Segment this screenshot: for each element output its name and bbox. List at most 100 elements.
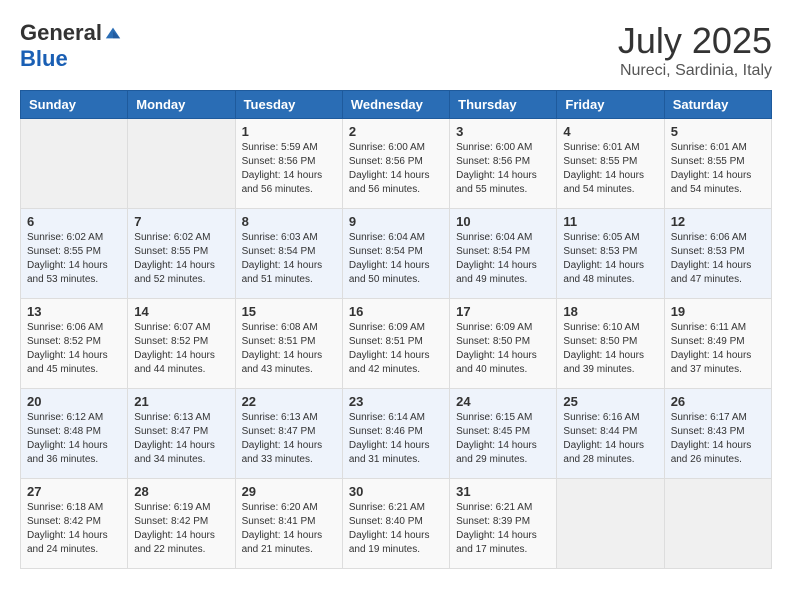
day-info: Sunrise: 6:13 AMSunset: 8:47 PMDaylight:…: [242, 411, 336, 467]
calendar-cell: 17Sunrise: 6:09 AMSunset: 8:50 PMDayligh…: [450, 299, 557, 389]
calendar-cell: 29 Sunrise: 6:20 AMSunset: 8:41 PMDayligh…: [235, 479, 342, 569]
day-number: 1: [242, 124, 336, 139]
day-number: 5: [671, 124, 765, 139]
day-number: 27: [27, 484, 121, 499]
day-info: Sunrise: 6:00 AMSunset: 8:56 PMDaylight:…: [349, 141, 443, 197]
calendar-cell: 23 Sunrise: 6:14 AMSunset: 8:46 PMDayligh…: [342, 389, 449, 479]
calendar-cell: 19 Sunrise: 6:11 AMSunset: 8:49 PMDayligh…: [664, 299, 771, 389]
calendar-cell: 8 Sunrise: 6:03 AMSunset: 8:54 PMDaylight…: [235, 209, 342, 299]
calendar-cell: 13 Sunrise: 6:06 AMSunset: 8:52 PMDayligh…: [21, 299, 128, 389]
day-info: Sunrise: 6:21 AMSunset: 8:39 PMDaylight:…: [456, 501, 550, 557]
day-number: 3: [456, 124, 550, 139]
calendar-cell: 12Sunrise: 6:06 AMSunset: 8:53 PMDayligh…: [664, 209, 771, 299]
day-number: 6: [27, 214, 121, 229]
calendar-cell: 7 Sunrise: 6:02 AMSunset: 8:55 PMDaylight…: [128, 209, 235, 299]
day-info: Sunrise: 6:03 AMSunset: 8:54 PMDaylight:…: [242, 231, 336, 287]
day-info: Sunrise: 6:15 AMSunset: 8:45 PMDaylight:…: [456, 411, 550, 467]
day-info: Sunrise: 6:08 AMSunset: 8:51 PMDaylight:…: [242, 321, 336, 377]
calendar-cell: 11 Sunrise: 6:05 AMSunset: 8:53 PMDayligh…: [557, 209, 664, 299]
calendar-cell: [664, 479, 771, 569]
calendar-cell: 28 Sunrise: 6:19 AMSunset: 8:42 PMDayligh…: [128, 479, 235, 569]
header-monday: Monday: [128, 91, 235, 119]
calendar-cell: 18Sunrise: 6:10 AMSunset: 8:50 PMDayligh…: [557, 299, 664, 389]
logo-blue-text: Blue: [20, 46, 68, 71]
calendar-header-row: SundayMondayTuesdayWednesdayThursdayFrid…: [21, 91, 772, 119]
header-sunday: Sunday: [21, 91, 128, 119]
day-number: 10: [456, 214, 550, 229]
day-info: Sunrise: 6:01 AMSunset: 8:55 PMDaylight:…: [671, 141, 765, 197]
day-number: 30: [349, 484, 443, 499]
title-area: July 2025 Nureci, Sardinia, Italy: [618, 20, 772, 80]
day-number: 28: [134, 484, 228, 499]
calendar-cell: 30 Sunrise: 6:21 AMSunset: 8:40 PMDayligh…: [342, 479, 449, 569]
day-info: Sunrise: 6:04 AMSunset: 8:54 PMDaylight:…: [349, 231, 443, 287]
week-row-1: 1 Sunrise: 5:59 AMSunset: 8:56 PMDaylight…: [21, 119, 772, 209]
calendar-cell: 4Sunrise: 6:01 AMSunset: 8:55 PMDaylight…: [557, 119, 664, 209]
calendar-cell: [557, 479, 664, 569]
day-number: 2: [349, 124, 443, 139]
day-number: 23: [349, 394, 443, 409]
day-number: 18: [563, 304, 657, 319]
day-number: 4: [563, 124, 657, 139]
calendar-cell: 10 Sunrise: 6:04 AMSunset: 8:54 PMDayligh…: [450, 209, 557, 299]
day-number: 21: [134, 394, 228, 409]
day-number: 14: [134, 304, 228, 319]
day-info: Sunrise: 6:19 AMSunset: 8:42 PMDaylight:…: [134, 501, 228, 557]
day-info: Sunrise: 6:05 AMSunset: 8:53 PMDaylight:…: [563, 231, 657, 287]
calendar-cell: 22 Sunrise: 6:13 AMSunset: 8:47 PMDayligh…: [235, 389, 342, 479]
day-info: Sunrise: 6:06 AMSunset: 8:52 PMDaylight:…: [27, 321, 121, 377]
page-header: General Blue July 2025 Nureci, Sardinia,…: [20, 20, 772, 80]
day-info: Sunrise: 6:09 AMSunset: 8:51 PMDaylight:…: [349, 321, 443, 377]
day-number: 25: [563, 394, 657, 409]
day-number: 22: [242, 394, 336, 409]
day-number: 13: [27, 304, 121, 319]
calendar-cell: 3 Sunrise: 6:00 AMSunset: 8:56 PMDaylight…: [450, 119, 557, 209]
calendar-cell: 15Sunrise: 6:08 AMSunset: 8:51 PMDayligh…: [235, 299, 342, 389]
day-info: Sunrise: 6:16 AMSunset: 8:44 PMDaylight:…: [563, 411, 657, 467]
calendar-cell: 25 Sunrise: 6:16 AMSunset: 8:44 PMDayligh…: [557, 389, 664, 479]
day-number: 24: [456, 394, 550, 409]
day-number: 19: [671, 304, 765, 319]
day-info: Sunrise: 6:04 AMSunset: 8:54 PMDaylight:…: [456, 231, 550, 287]
calendar-cell: 31 Sunrise: 6:21 AMSunset: 8:39 PMDayligh…: [450, 479, 557, 569]
calendar-cell: 26Sunrise: 6:17 AMSunset: 8:43 PMDayligh…: [664, 389, 771, 479]
week-row-2: 6 Sunrise: 6:02 AMSunset: 8:55 PMDaylight…: [21, 209, 772, 299]
day-info: Sunrise: 6:13 AMSunset: 8:47 PMDaylight:…: [134, 411, 228, 467]
day-number: 7: [134, 214, 228, 229]
week-row-5: 27 Sunrise: 6:18 AMSunset: 8:42 PMDayligh…: [21, 479, 772, 569]
day-info: Sunrise: 5:59 AMSunset: 8:56 PMDaylight:…: [242, 141, 336, 197]
header-wednesday: Wednesday: [342, 91, 449, 119]
day-info: Sunrise: 6:00 AMSunset: 8:56 PMDaylight:…: [456, 141, 550, 197]
day-info: Sunrise: 6:07 AMSunset: 8:52 PMDaylight:…: [134, 321, 228, 377]
day-number: 17: [456, 304, 550, 319]
header-tuesday: Tuesday: [235, 91, 342, 119]
calendar-cell: 6 Sunrise: 6:02 AMSunset: 8:55 PMDaylight…: [21, 209, 128, 299]
week-row-3: 13 Sunrise: 6:06 AMSunset: 8:52 PMDayligh…: [21, 299, 772, 389]
day-number: 31: [456, 484, 550, 499]
calendar-cell: 9 Sunrise: 6:04 AMSunset: 8:54 PMDaylight…: [342, 209, 449, 299]
day-number: 12: [671, 214, 765, 229]
day-info: Sunrise: 6:20 AMSunset: 8:41 PMDaylight:…: [242, 501, 336, 557]
day-number: 9: [349, 214, 443, 229]
calendar-cell: 5 Sunrise: 6:01 AMSunset: 8:55 PMDaylight…: [664, 119, 771, 209]
day-info: Sunrise: 6:11 AMSunset: 8:49 PMDaylight:…: [671, 321, 765, 377]
day-info: Sunrise: 6:21 AMSunset: 8:40 PMDaylight:…: [349, 501, 443, 557]
day-number: 8: [242, 214, 336, 229]
day-number: 11: [563, 214, 657, 229]
header-thursday: Thursday: [450, 91, 557, 119]
day-info: Sunrise: 6:02 AMSunset: 8:55 PMDaylight:…: [27, 231, 121, 287]
location-subtitle: Nureci, Sardinia, Italy: [618, 62, 772, 80]
calendar-cell: [21, 119, 128, 209]
day-info: Sunrise: 6:14 AMSunset: 8:46 PMDaylight:…: [349, 411, 443, 467]
calendar-cell: 2 Sunrise: 6:00 AMSunset: 8:56 PMDaylight…: [342, 119, 449, 209]
day-info: Sunrise: 6:18 AMSunset: 8:42 PMDaylight:…: [27, 501, 121, 557]
calendar-cell: 24 Sunrise: 6:15 AMSunset: 8:45 PMDayligh…: [450, 389, 557, 479]
day-number: 20: [27, 394, 121, 409]
day-info: Sunrise: 6:17 AMSunset: 8:43 PMDaylight:…: [671, 411, 765, 467]
calendar-cell: [128, 119, 235, 209]
day-info: Sunrise: 6:02 AMSunset: 8:55 PMDaylight:…: [134, 231, 228, 287]
day-number: 29: [242, 484, 336, 499]
logo-icon: [104, 24, 122, 42]
logo: General Blue: [20, 20, 122, 72]
calendar-cell: 1 Sunrise: 5:59 AMSunset: 8:56 PMDaylight…: [235, 119, 342, 209]
